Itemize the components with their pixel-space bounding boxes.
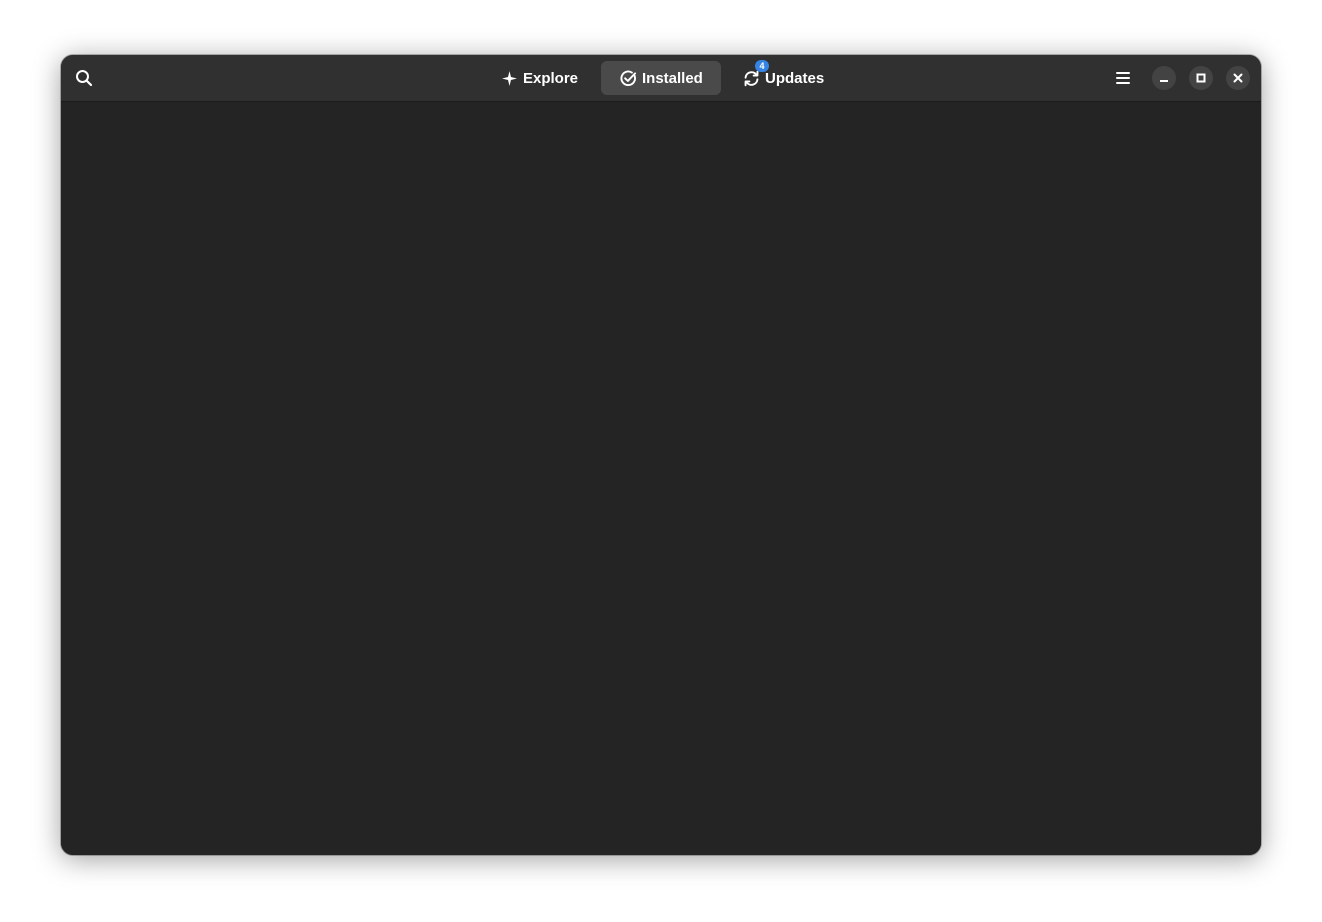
minimize-icon: [1159, 73, 1169, 83]
close-button[interactable]: [1226, 66, 1250, 90]
minimize-button[interactable]: [1152, 66, 1176, 90]
updates-count-badge: 4: [755, 60, 769, 72]
maximize-icon: [1196, 73, 1206, 83]
tab-explore[interactable]: Explore: [491, 61, 587, 95]
tab-explore-label: Explore: [523, 69, 579, 87]
explore-icon: [500, 69, 518, 87]
tab-installed-label: Installed: [642, 69, 703, 87]
check-circle-icon: [619, 69, 637, 87]
headerbar: Explore Installed 4 Updates: [61, 55, 1261, 102]
tab-updates[interactable]: 4 Updates: [733, 60, 833, 95]
view-switcher: Explore Installed 4 Updates: [61, 60, 1261, 95]
maximize-button[interactable]: [1189, 66, 1213, 90]
tab-updates-label: Updates: [765, 69, 825, 87]
installed-content-area: [61, 102, 1261, 855]
main-menu-button[interactable]: [1106, 61, 1140, 95]
app-window: Explore Installed 4 Updates: [61, 55, 1261, 855]
tab-installed[interactable]: Installed: [601, 61, 721, 95]
hamburger-menu-icon: [1115, 71, 1131, 85]
refresh-icon: 4: [742, 60, 769, 87]
close-icon: [1233, 73, 1243, 83]
